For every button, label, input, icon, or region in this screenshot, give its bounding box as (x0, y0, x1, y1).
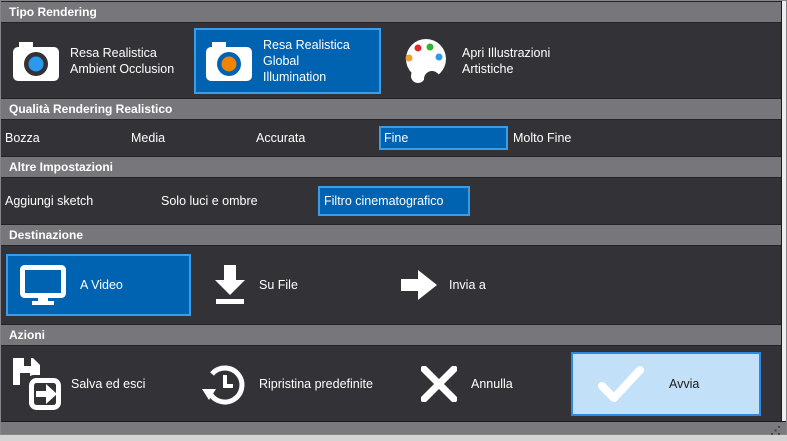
section-header-azioni: Azioni (1, 324, 781, 346)
option-label: A Video (80, 278, 123, 292)
option-label: Resa Realistica Ambient Occlusion (70, 45, 175, 76)
monitor-icon (20, 265, 66, 305)
section-header-tipo-rendering: Tipo Rendering (1, 1, 781, 23)
section-title: Destinazione (9, 228, 84, 242)
altre-option-aggiungi-sketch[interactable]: Aggiungi sketch (5, 194, 161, 208)
section-title: Altre Impostazioni (9, 160, 114, 174)
check-icon (598, 365, 644, 402)
quality-option-molto-fine[interactable]: Molto Fine (513, 131, 571, 145)
action-avvia[interactable]: Avvia (571, 351, 761, 416)
camera-icon (206, 41, 252, 81)
section-body-altre-impostazioni: Aggiungi sketch Solo luci e ombre Filtro… (1, 178, 781, 224)
quality-option-accurata[interactable]: Accurata (256, 131, 379, 145)
dest-option-su-file[interactable]: Su File (213, 265, 401, 305)
option-label: Apri Illustrazioni Artistiche (462, 45, 551, 76)
section-title: Azioni (9, 328, 45, 342)
section-header-qualita: Qualità Rendering Realistico (1, 98, 781, 120)
option-label: Invia a (449, 278, 486, 292)
section-body-tipo-rendering: Resa Realistica Ambient Occlusion Resa R… (1, 23, 781, 98)
save-exit-icon (11, 356, 63, 412)
window-content: Tipo Rendering Resa Realistica Ambient O… (1, 1, 781, 421)
action-ripristina-predefinite[interactable]: Ripristina predefinite (201, 360, 421, 408)
tipo-option-ambient-occlusion[interactable]: Resa Realistica Ambient Occlusion (13, 28, 181, 94)
palette-icon (401, 38, 451, 84)
section-title: Tipo Rendering (9, 5, 97, 19)
tipo-option-global-illumination[interactable]: Resa Realistica Global Illumination (194, 27, 381, 94)
window-main: Tipo Rendering Resa Realistica Ambient O… (1, 1, 786, 421)
section-body-destinazione: A Video Su File Invia a (1, 246, 781, 324)
section-header-altre-impostazioni: Altre Impostazioni (1, 156, 781, 178)
option-label: Salva ed esci (71, 376, 146, 391)
quality-option-bozza[interactable]: Bozza (5, 131, 131, 145)
history-icon (201, 360, 249, 408)
x-icon (421, 365, 457, 402)
section-body-qualita: Bozza Media Accurata Fine Molto Fine (1, 120, 781, 156)
camera-icon (13, 41, 59, 81)
quality-option-media[interactable]: Media (131, 131, 256, 145)
section-header-destinazione: Destinazione (1, 224, 781, 246)
altre-option-filtro-cinematografico[interactable]: Filtro cinematografico (318, 186, 470, 216)
action-annulla[interactable]: Annulla (421, 365, 571, 402)
altre-option-solo-luci-e-ombre[interactable]: Solo luci e ombre (161, 194, 318, 208)
section-title: Qualità Rendering Realistico (9, 102, 173, 116)
resize-grip[interactable] (771, 423, 781, 435)
action-salva-ed-esci[interactable]: Salva ed esci (11, 356, 201, 412)
option-label: Su File (259, 278, 298, 292)
tipo-option-illustrazioni-artistiche[interactable]: Apri Illustrazioni Artistiche (401, 28, 550, 94)
dest-option-invia-a[interactable]: Invia a (401, 268, 486, 302)
arrow-right-icon (401, 268, 437, 302)
quality-option-fine[interactable]: Fine (379, 126, 508, 150)
window-right-edge (781, 1, 786, 421)
option-label: Avvia (669, 376, 700, 391)
dest-option-a-video[interactable]: A Video (6, 254, 191, 316)
option-label: Ripristina predefinite (259, 376, 373, 391)
statusbar (1, 421, 786, 435)
render-settings-window: Tipo Rendering Resa Realistica Ambient O… (0, 0, 787, 435)
section-body-azioni: Salva ed esci Ripristina predefinite Ann… (1, 346, 781, 421)
option-label: Annulla (471, 376, 513, 391)
download-icon (213, 265, 247, 305)
option-label: Resa Realistica Global Illumination (263, 37, 350, 84)
